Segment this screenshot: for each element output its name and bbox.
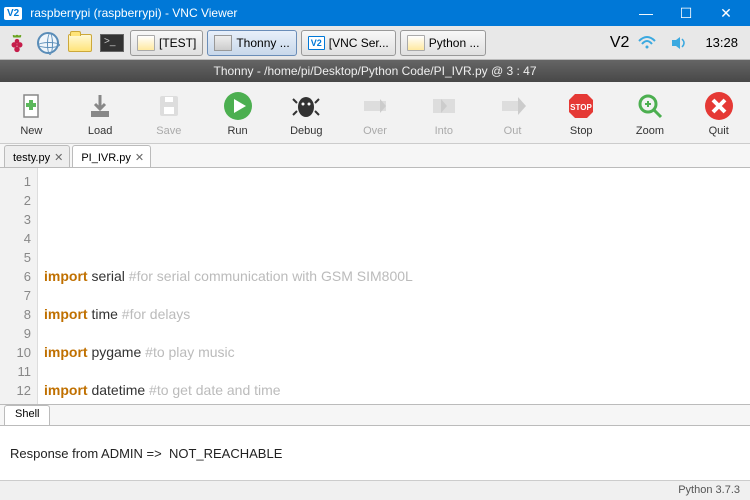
tool-label: Run [227, 125, 247, 137]
taskbar-btn-label: [VNC Ser... [329, 36, 389, 50]
debug-button[interactable]: Debug [281, 89, 332, 137]
save-button[interactable]: Save [143, 89, 194, 137]
wifi-icon[interactable] [633, 30, 661, 56]
stop-button[interactable]: STOP Stop [556, 89, 607, 137]
svg-text:STOP: STOP [570, 103, 592, 112]
into-icon [427, 89, 461, 123]
taskbar-clock: 13:28 [697, 35, 746, 50]
vnc-title-bar: V2 raspberrypi (raspberrypi) - VNC Viewe… [0, 0, 750, 26]
taskbar-btn-label: Thonny ... [236, 36, 289, 50]
tool-label: Save [156, 125, 181, 137]
save-icon [152, 89, 186, 123]
tool-label: Into [435, 125, 453, 137]
terminal-icon[interactable]: >_ [98, 30, 126, 56]
editor-tab-bar: testy.py ✕ PI_IVR.py ✕ [0, 144, 750, 168]
over-icon [358, 89, 392, 123]
file-manager-icon[interactable] [66, 30, 94, 56]
tool-label: New [20, 125, 42, 137]
shell-line: Response from ADMIN => NOT_REACHABLE [10, 446, 740, 462]
tool-label: Stop [570, 125, 593, 137]
tool-label: Zoom [636, 125, 664, 137]
new-icon [14, 89, 48, 123]
status-bar: Python 3.7.3 [0, 480, 750, 500]
step-over-button[interactable]: Over [350, 89, 401, 137]
taskbar-btn-label: Python ... [429, 36, 480, 50]
editor-tab-pi-ivr[interactable]: PI_IVR.py ✕ [72, 145, 151, 167]
thonny-titlebar: Thonny - /home/pi/Desktop/Python Code/PI… [0, 60, 750, 82]
tool-label: Out [504, 125, 522, 137]
thonny-title-text: Thonny - /home/pi/Desktop/Python Code/PI… [213, 64, 536, 78]
shell-tab-bar: Shell [0, 404, 750, 426]
rpi-taskbar: >_ [TEST] Thonny ... V2 [VNC Ser... Pyth… [0, 26, 750, 60]
thonny-toolbar: New Load Save Run Debug Over Into Out ST… [0, 82, 750, 144]
step-into-button[interactable]: Into [418, 89, 469, 137]
taskbar-btn-thonny[interactable]: Thonny ... [207, 30, 296, 56]
tool-label: Debug [290, 125, 322, 137]
quit-icon [702, 89, 736, 123]
vnc-logo-icon: V2 [4, 7, 22, 20]
line-gutter: 123456789101112131415 [0, 168, 38, 404]
out-icon [496, 89, 530, 123]
load-icon [83, 89, 117, 123]
folder-icon [407, 35, 425, 51]
taskbar-btn-test[interactable]: [TEST] [130, 30, 203, 56]
folder-icon [137, 35, 155, 51]
volume-icon[interactable] [665, 30, 693, 56]
tool-label: Over [363, 125, 387, 137]
thonny-icon [214, 35, 232, 51]
stop-icon: STOP [564, 89, 598, 123]
vnc-window-title: raspberrypi (raspberrypi) - VNC Viewer [30, 6, 626, 20]
code-area[interactable]: import serial #for serial communication … [38, 168, 750, 404]
editor-tab-testy[interactable]: testy.py ✕ [4, 145, 70, 167]
vnc-icon: V2 [308, 36, 325, 50]
tab-label: testy.py [13, 152, 50, 164]
taskbar-btn-vnc-server[interactable]: V2 [VNC Ser... [301, 30, 396, 56]
tab-label: PI_IVR.py [81, 152, 131, 164]
close-icon[interactable]: ✕ [54, 151, 63, 164]
taskbar-btn-label: [TEST] [159, 36, 196, 50]
tool-label: Load [88, 125, 112, 137]
code-editor[interactable]: 123456789101112131415 import serial #for… [0, 168, 750, 404]
shell-tab[interactable]: Shell [4, 405, 50, 425]
quit-button[interactable]: Quit [693, 89, 744, 137]
browser-icon[interactable] [34, 30, 62, 56]
shell-output[interactable]: Response from ADMIN => NOT_REACHABLE Mak… [0, 426, 750, 480]
zoom-button[interactable]: Zoom [625, 89, 676, 137]
load-button[interactable]: Load [75, 89, 126, 137]
debug-icon [289, 89, 323, 123]
run-icon [221, 89, 255, 123]
close-icon[interactable]: ✕ [135, 151, 144, 164]
new-button[interactable]: New [6, 89, 57, 137]
step-out-button[interactable]: Out [487, 89, 538, 137]
run-button[interactable]: Run [212, 89, 263, 137]
maximize-button[interactable]: ☐ [666, 0, 706, 26]
tray-vnc-icon[interactable]: V2 [610, 34, 630, 52]
taskbar-btn-python[interactable]: Python ... [400, 30, 487, 56]
raspberry-menu-icon[interactable] [4, 30, 30, 56]
close-button[interactable]: ✕ [706, 0, 746, 26]
zoom-icon [633, 89, 667, 123]
python-version: Python 3.7.3 [678, 484, 740, 496]
tool-label: Quit [709, 125, 729, 137]
minimize-button[interactable]: — [626, 0, 666, 26]
